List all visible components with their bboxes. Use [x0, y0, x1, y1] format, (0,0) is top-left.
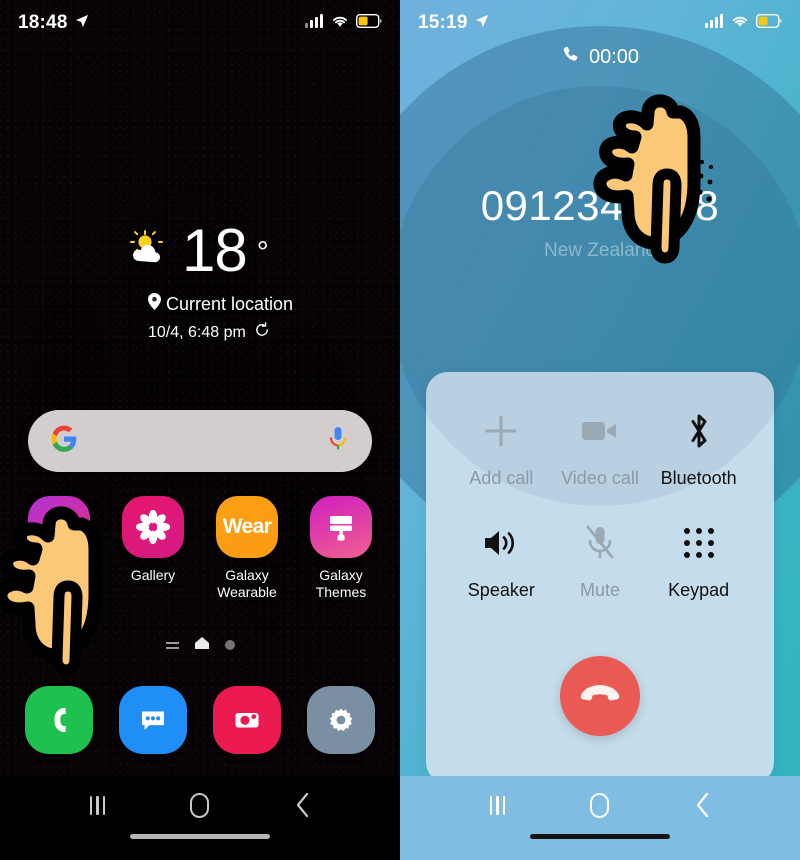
- battery-icon: [355, 13, 382, 33]
- location-arrow-icon: [475, 14, 489, 33]
- control-speaker[interactable]: Speaker: [452, 522, 551, 634]
- call-timer-text: 00:00: [588, 46, 640, 68]
- keypad-icon: [682, 522, 716, 564]
- call-phone-number: 0912345678: [480, 182, 720, 229]
- control-video-call[interactable]: Video call: [551, 410, 650, 522]
- left-phone-home-screen: 18:48 18 ° Current location 10/4, 6:48 p…: [0, 0, 400, 860]
- google-search-bar[interactable]: [28, 410, 372, 472]
- control-bluetooth[interactable]: Bluetooth: [649, 410, 748, 522]
- galaxy-wearable-icon[interactable]: Wear: [216, 496, 278, 558]
- end-call-button[interactable]: [560, 656, 640, 736]
- home-indicator[interactable]: [400, 834, 800, 860]
- map-pin-icon: [148, 293, 161, 315]
- wear-text-icon: Wear: [222, 515, 272, 538]
- left-status-bar: 18:48: [0, 0, 400, 46]
- recents-icon[interactable]: [74, 788, 120, 822]
- home-icon[interactable]: [577, 788, 623, 822]
- app-galaxy-store[interactable]: [17, 496, 101, 600]
- app-grid: Gallery Wear Galaxy Wearable Galaxy Them…: [0, 496, 400, 600]
- right-status-bar: 15:19: [400, 0, 800, 46]
- right-phone-call-screen: 15:19 00:00 0912345678 New Zealand Add c…: [400, 0, 800, 860]
- galaxy-themes-icon[interactable]: [310, 496, 372, 558]
- weather-updated-time: 10/4, 6:48 pm: [148, 323, 246, 341]
- back-icon[interactable]: [280, 788, 326, 822]
- search-input[interactable]: [78, 410, 326, 472]
- menu-lines-icon[interactable]: [165, 641, 179, 649]
- bluetooth-icon: [683, 410, 715, 452]
- control-label: Speaker: [467, 580, 535, 600]
- cellular-signal-icon: [305, 13, 324, 33]
- app-galaxy-themes[interactable]: Galaxy Themes: [299, 496, 383, 600]
- dock-camera[interactable]: [213, 686, 281, 754]
- video-camera-icon: [580, 410, 620, 452]
- control-add-call[interactable]: Add call: [452, 410, 551, 522]
- location-arrow-icon: [75, 14, 89, 33]
- dock-phone[interactable]: [25, 686, 93, 754]
- app-galaxy-wearable[interactable]: Wear Galaxy Wearable: [205, 496, 289, 600]
- home-icon[interactable]: [177, 788, 223, 822]
- control-label: Add call: [469, 468, 534, 488]
- mic-off-icon: [583, 522, 617, 564]
- app-label: Galaxy Wearable: [217, 567, 277, 600]
- weather-location: Current location: [166, 293, 294, 314]
- end-call-icon: [580, 681, 620, 712]
- dual-phone-screenshot: 18:48 18 ° Current location 10/4, 6:48 p…: [0, 0, 800, 860]
- weather-widget[interactable]: 18 ° Current location 10/4, 6:48 pm: [0, 217, 400, 343]
- sun-behind-cloud-icon: [126, 229, 172, 272]
- control-label: Mute: [579, 580, 620, 600]
- app-label: Gallery: [130, 567, 176, 583]
- dock-settings[interactable]: [307, 686, 375, 754]
- galaxy-store-icon[interactable]: [28, 496, 90, 558]
- call-duration: 00:00: [400, 45, 800, 70]
- left-nav-bar: [0, 776, 400, 860]
- plus-icon: [482, 410, 520, 452]
- home-page-icon[interactable]: [194, 636, 209, 654]
- battery-icon: [755, 13, 782, 33]
- wifi-icon: [331, 14, 349, 33]
- phone-handset-icon: [561, 45, 580, 70]
- recents-icon[interactable]: [474, 788, 520, 822]
- control-keypad[interactable]: Keypad: [649, 522, 748, 634]
- app-label: Galaxy Themes: [315, 567, 367, 600]
- weather-temperature: 18: [182, 217, 248, 284]
- status-time: 15:19: [418, 12, 468, 33]
- status-time: 18:48: [18, 12, 68, 33]
- page-indicator: [0, 636, 400, 654]
- dock-messages[interactable]: [119, 686, 187, 754]
- right-nav-bar: [400, 776, 800, 860]
- refresh-icon[interactable]: [254, 322, 270, 343]
- cellular-signal-icon: [705, 13, 724, 33]
- app-gallery[interactable]: Gallery: [111, 496, 195, 600]
- control-label: Keypad: [668, 580, 730, 600]
- control-mute[interactable]: Mute: [551, 522, 650, 634]
- gallery-icon[interactable]: [122, 496, 184, 558]
- dock: [0, 686, 400, 754]
- degree-symbol: °: [256, 235, 269, 269]
- control-label: Video call: [561, 468, 639, 488]
- wifi-icon: [731, 14, 749, 33]
- page-dot-icon[interactable]: [224, 640, 235, 650]
- back-icon[interactable]: [680, 788, 726, 822]
- google-g-icon: [50, 425, 78, 458]
- control-label: Bluetooth: [660, 468, 737, 488]
- call-country-label: New Zealand: [544, 240, 656, 261]
- speaker-icon: [481, 522, 521, 564]
- microphone-icon[interactable]: [326, 426, 350, 457]
- home-indicator[interactable]: [0, 834, 400, 860]
